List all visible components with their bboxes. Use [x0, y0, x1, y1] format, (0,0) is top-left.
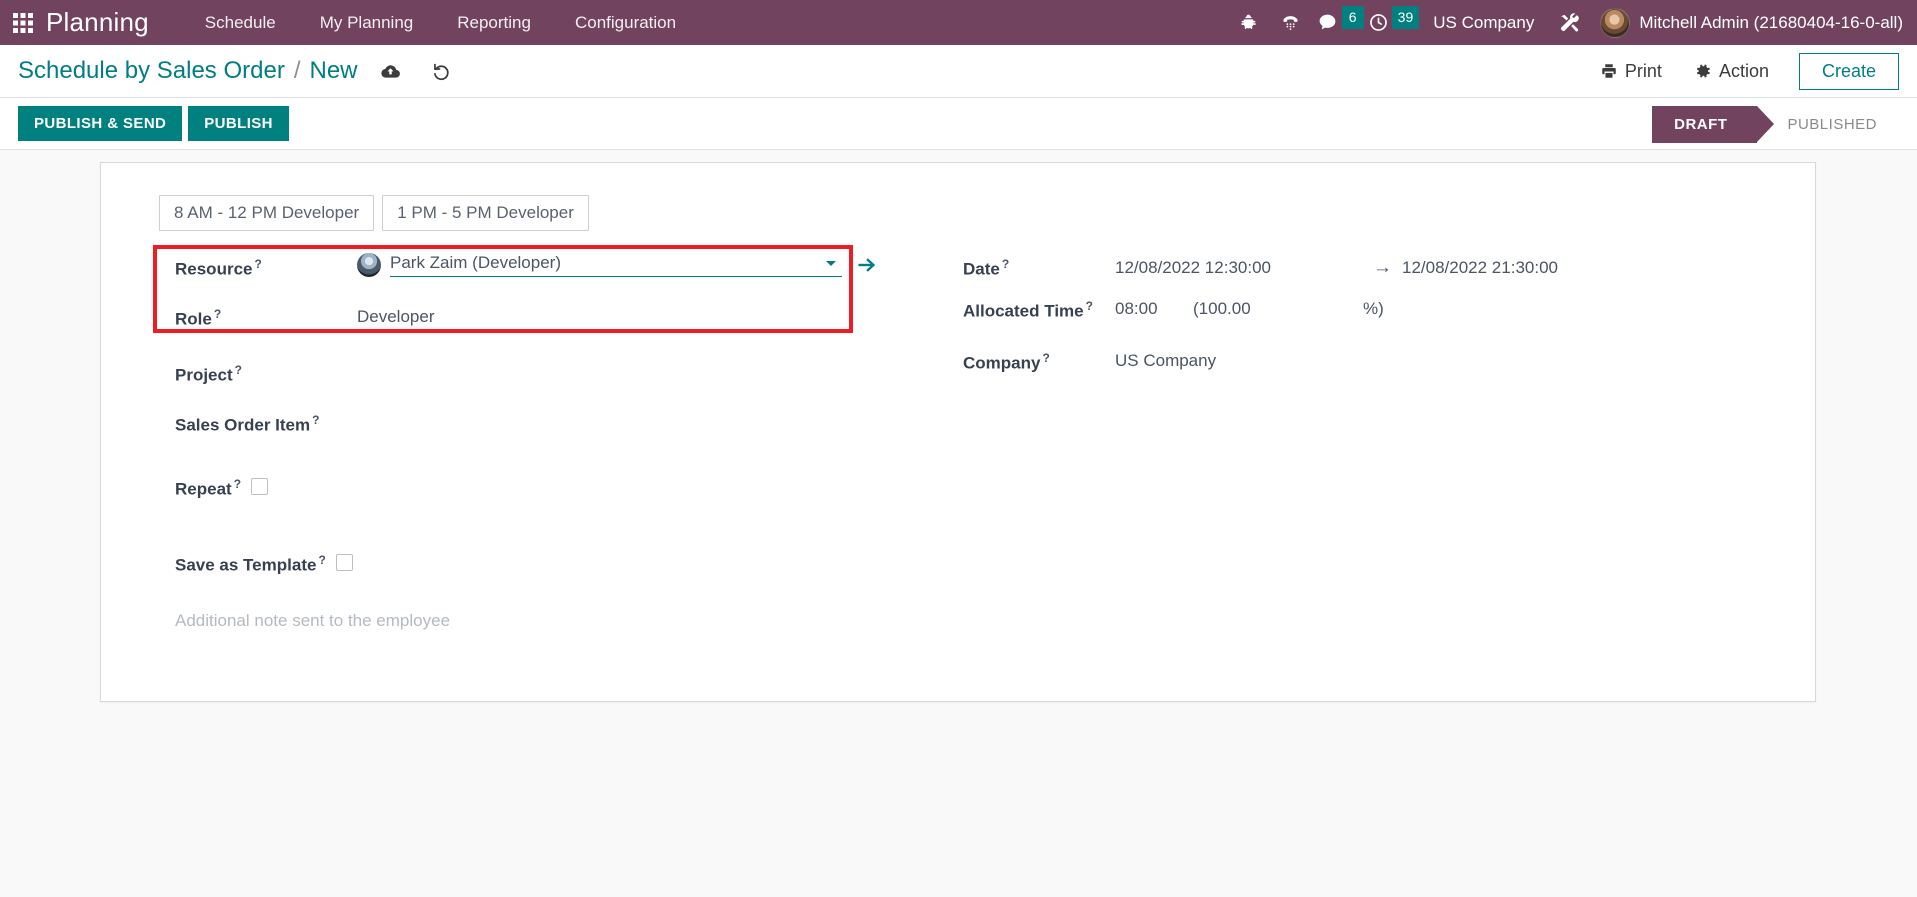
repeat-checkbox[interactable] — [251, 478, 269, 495]
resource-label: Resource? — [175, 257, 262, 279]
field-row-date: Date? 12/08/2022 12:30:00 → 12/08/2022 2… — [963, 245, 1771, 285]
company-value[interactable]: US Company — [1115, 347, 1216, 371]
print-label: Print — [1624, 60, 1662, 81]
allocated-percent-value[interactable]: (100.00 — [1193, 295, 1363, 319]
date-range-arrow-icon: → — [1373, 257, 1392, 278]
main-menu: Schedule My Planning Reporting Configura… — [183, 0, 698, 45]
resource-avatar — [357, 253, 381, 277]
phone-keypad-icon[interactable] — [1270, 0, 1312, 45]
highlighted-resource-group: Resource? Park Zaim (Developer) Role ? D… — [153, 245, 931, 343]
repeat-label: Repeat? — [175, 477, 242, 499]
create-button[interactable]: Create — [1798, 52, 1899, 90]
save-as-template-label: Save as Template? — [175, 553, 326, 575]
menu-item-reporting[interactable]: Reporting — [435, 0, 553, 45]
breadcrumb-current: New — [309, 57, 358, 84]
page-body: 8 AM - 12 PM Developer 1 PM - 5 PM Devel… — [0, 150, 1917, 897]
project-help-icon[interactable]: ? — [235, 363, 242, 377]
shift-template-chips: 8 AM - 12 PM Developer 1 PM - 5 PM Devel… — [101, 163, 1815, 231]
date-end-value[interactable]: 12/08/2022 21:30:00 — [1402, 254, 1558, 278]
date-range: 12/08/2022 12:30:00 → 12/08/2022 21:30:0… — [1115, 253, 1558, 279]
control-panel-actions: Print Action Create — [1584, 45, 1899, 97]
project-label: Project? — [175, 363, 242, 385]
stage-pipeline: DRAFT PUBLISHED — [1652, 98, 1903, 150]
user-name-label: Mitchell Admin (21680404-16-0-all) — [1639, 12, 1903, 32]
allocated-time-help-icon[interactable]: ? — [1086, 299, 1093, 313]
breadcrumb-separator: / — [293, 57, 301, 84]
field-row-project: Project? — [153, 359, 931, 399]
date-label: Date? — [963, 257, 1010, 279]
stage-draft[interactable]: DRAFT — [1652, 105, 1775, 143]
allocated-time-label: Allocated Time? — [963, 299, 1093, 321]
menu-item-configuration[interactable]: Configuration — [553, 0, 698, 45]
internal-link-arrow-icon[interactable] — [856, 254, 878, 276]
form-left-column: Resource? Park Zaim (Developer) Role ? D… — [101, 245, 931, 631]
sales-order-item-help-icon[interactable]: ? — [312, 413, 319, 427]
company-label: Company? — [963, 351, 1050, 373]
action-button[interactable]: Action — [1678, 61, 1785, 82]
field-row-allocated-time: Allocated Time? 08:00 (100.00 %) — [963, 295, 1771, 335]
allocated-hours-value[interactable]: 08:00 — [1115, 295, 1193, 319]
resource-input[interactable] — [390, 253, 800, 273]
printer-icon — [1600, 62, 1618, 80]
tools-icon[interactable] — [1548, 0, 1590, 45]
role-value[interactable]: Developer — [357, 303, 435, 327]
chevron-down-icon[interactable] — [824, 256, 838, 270]
allocated-time-values: 08:00 (100.00 %) — [1115, 295, 1384, 319]
top-navbar: Planning Schedule My Planning Reporting … — [0, 0, 1917, 45]
stage-published[interactable]: PUBLISHED — [1757, 106, 1903, 143]
app-brand-planning[interactable]: Planning — [46, 7, 149, 38]
company-switcher[interactable]: US Company — [1419, 13, 1548, 33]
control-panel: Schedule by Sales Order / New Print Acti… — [0, 45, 1917, 98]
role-help-icon[interactable]: ? — [214, 307, 221, 321]
bug-icon[interactable] — [1228, 0, 1270, 45]
chat-bubble-icon[interactable] — [1312, 0, 1344, 45]
note-input[interactable]: Additional note sent to the employee — [175, 611, 931, 631]
field-row-repeat: Repeat? — [153, 473, 931, 513]
field-row-resource: Resource? — [153, 253, 931, 293]
user-menu[interactable]: Mitchell Admin (21680404-16-0-all) — [1590, 7, 1903, 38]
grid-apps-icon[interactable] — [0, 12, 46, 34]
form-columns: Resource? Park Zaim (Developer) Role ? D… — [101, 231, 1815, 631]
activities-counter-badge[interactable]: 39 — [1391, 6, 1420, 29]
resource-field — [357, 253, 878, 277]
navbar-right-tools: 6 39 US Company Mitchell Admin (21680404… — [1228, 0, 1917, 45]
resource-help-icon[interactable]: ? — [254, 257, 261, 271]
save-as-template-help-icon[interactable]: ? — [318, 553, 325, 567]
sales-order-item-label: Sales Order Item? — [175, 413, 320, 435]
role-label: Role? — [175, 307, 222, 329]
form-right-column: Date? 12/08/2022 12:30:00 → 12/08/2022 2… — [931, 245, 1771, 631]
field-row-sales-order-item: Sales Order Item? — [153, 409, 931, 449]
undo-icon[interactable] — [431, 61, 452, 82]
repeat-help-icon[interactable]: ? — [234, 477, 241, 491]
resource-input-wrapper — [390, 253, 842, 277]
form-statusbar: PUBLISH & SEND PUBLISH DRAFT PUBLISHED — [0, 98, 1917, 150]
field-row-save-as-template: Save as Template? — [153, 549, 931, 589]
breadcrumb-parent[interactable]: Schedule by Sales Order — [18, 57, 285, 85]
publish-button[interactable]: PUBLISH — [188, 106, 289, 141]
clock-icon[interactable] — [1364, 0, 1394, 45]
allocated-percent-unit: %) — [1363, 299, 1384, 318]
gear-icon — [1694, 62, 1712, 80]
form-sheet: 8 AM - 12 PM Developer 1 PM - 5 PM Devel… — [100, 162, 1816, 702]
field-row-company: Company? US Company — [963, 347, 1771, 387]
action-label: Action — [1718, 60, 1769, 81]
date-help-icon[interactable]: ? — [1002, 257, 1009, 271]
menu-item-schedule[interactable]: Schedule — [183, 0, 298, 45]
save-as-template-checkbox[interactable] — [335, 554, 353, 571]
breadcrumb: Schedule by Sales Order / New — [18, 57, 358, 85]
menu-item-my-planning[interactable]: My Planning — [298, 0, 436, 45]
publish-and-send-button[interactable]: PUBLISH & SEND — [18, 106, 183, 141]
avatar — [1600, 7, 1631, 38]
print-button[interactable]: Print — [1584, 61, 1678, 82]
field-row-role: Role? Developer — [153, 303, 931, 343]
cloud-upload-icon[interactable] — [380, 61, 401, 82]
messages-counter-badge[interactable]: 6 — [1341, 6, 1364, 29]
chip-shift-template-1[interactable]: 8 AM - 12 PM Developer — [159, 195, 375, 231]
date-start-value[interactable]: 12/08/2022 12:30:00 — [1115, 254, 1373, 278]
chip-shift-template-2[interactable]: 1 PM - 5 PM Developer — [382, 195, 589, 231]
company-help-icon[interactable]: ? — [1042, 351, 1049, 365]
